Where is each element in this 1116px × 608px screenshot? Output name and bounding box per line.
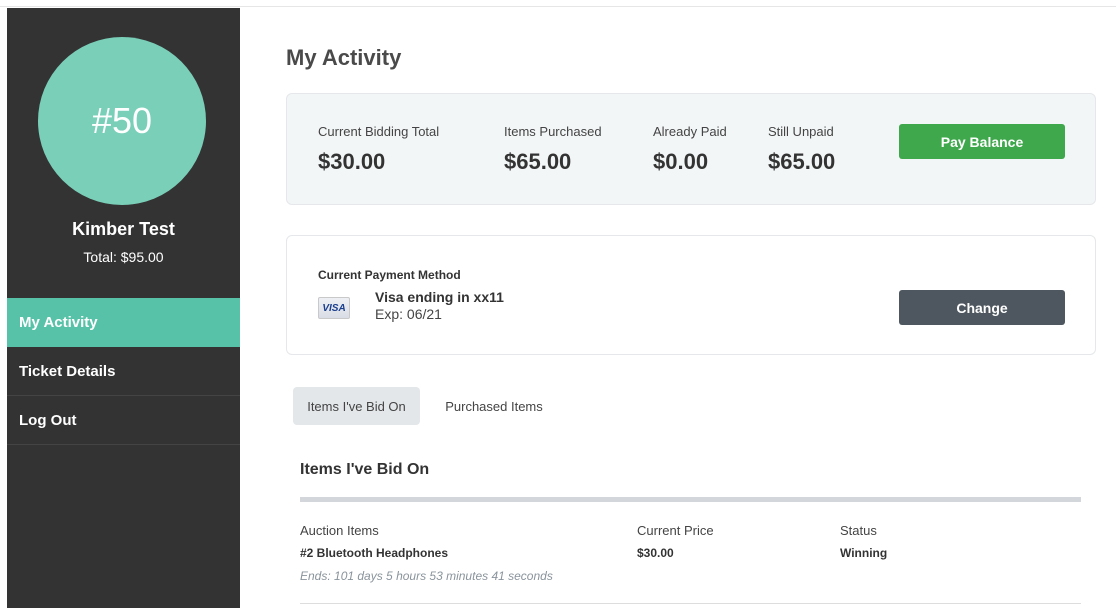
sidebar-item-label: Ticket Details [19,362,116,380]
card-expiry: Exp: 06/21 [375,306,442,322]
stat-already-paid: Already Paid $0.00 [653,124,727,175]
section-title: Items I've Bid On [300,461,430,478]
sidebar-item-my-activity[interactable]: My Activity [7,298,240,347]
payment-method-card: Current Payment Method VISA Visa ending … [286,235,1096,355]
row-divider [300,603,1081,604]
stat-items-purchased: Items Purchased $65.00 [504,124,602,175]
avatar-number: #50 [91,100,153,141]
stat-value: $0.00 [653,149,709,174]
avatar: #50 [38,37,206,205]
visa-card-icon: VISA [318,297,350,319]
section-divider [300,497,1081,502]
stat-value: $65.00 [504,149,572,174]
sidebar-item-log-out[interactable]: Log Out [7,396,240,445]
page-title: My Activity [286,45,402,70]
stat-label: Still Unpaid [768,124,834,139]
stat-label: Already Paid [653,124,727,139]
stat-label: Items Purchased [504,124,602,139]
balance-summary-card: Current Bidding Total $30.00 Items Purch… [286,93,1096,205]
change-payment-button[interactable]: Change [899,290,1065,325]
tab-label: Items I've Bid On [307,398,406,414]
payment-method-heading: Current Payment Method [318,268,461,282]
card-brand-label: VISA [322,302,346,314]
column-header-auction-items: Auction Items [300,523,379,538]
stat-still-unpaid: Still Unpaid $65.00 [768,124,835,175]
tab-items-bid-on[interactable]: Items I've Bid On [293,387,420,425]
sidebar-item-label: My Activity [19,314,98,331]
card-name: Visa ending in xx11 [375,289,504,305]
item-ends-countdown: Ends: 101 days 5 hours 53 minutes 41 sec… [300,569,553,583]
main-content: My Activity Current Bidding Total $30.00… [240,8,1116,608]
top-bar [0,0,1116,7]
profile-total: Total: $95.00 [83,249,164,265]
pay-balance-button[interactable]: Pay Balance [899,124,1065,159]
stat-current-bidding-total: Current Bidding Total $30.00 [318,124,439,175]
stat-label: Current Bidding Total [318,124,440,139]
tab-label: Purchased Items [445,398,543,414]
column-header-status: Status [840,523,877,538]
item-price: $30.00 [637,546,674,560]
sidebar-item-ticket-details[interactable]: Ticket Details [7,347,240,396]
tab-purchased-items[interactable]: Purchased Items [435,387,553,425]
sidebar-item-label: Log Out [19,411,77,429]
stat-value: $65.00 [768,149,836,174]
item-status: Winning [840,546,888,560]
item-name: #2 Bluetooth Headphones [300,546,449,560]
sidebar: #50 Kimber Test Total: $95.00 My Activit… [7,8,240,608]
column-header-current-price: Current Price [637,523,714,538]
stat-value: $30.00 [318,149,386,174]
profile-name: Kimber Test [72,219,175,239]
